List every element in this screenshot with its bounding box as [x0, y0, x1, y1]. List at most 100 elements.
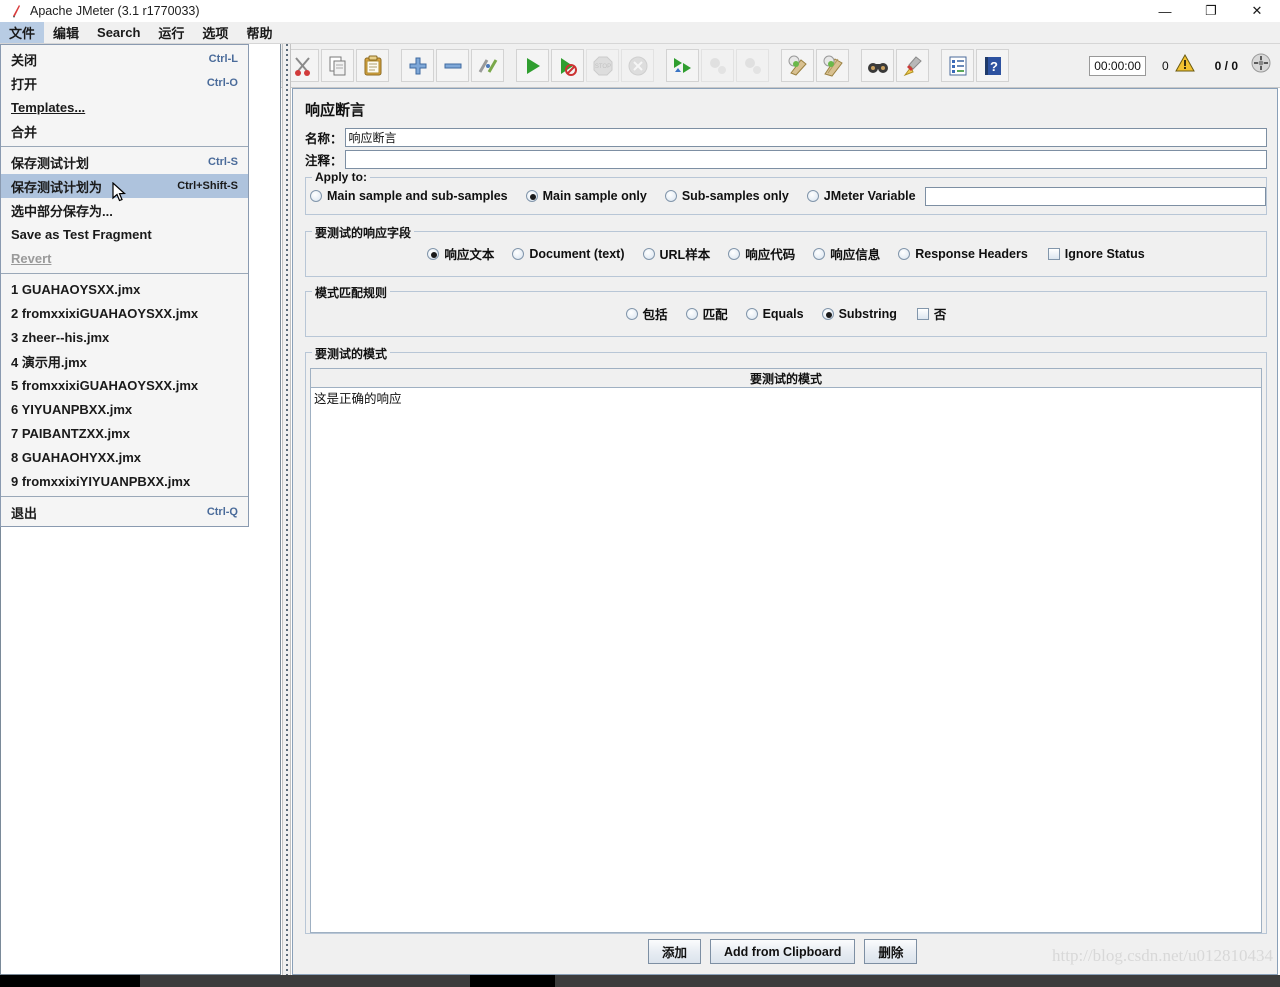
- table-row[interactable]: 这是正确的响应: [311, 388, 1261, 407]
- svg-text:STOP: STOP: [594, 64, 610, 70]
- add-from-clipboard-button[interactable]: Add from Clipboard: [710, 939, 856, 964]
- radio-main-and-sub-samples[interactable]: Main sample and sub-samples: [310, 189, 508, 203]
- function-helper-icon[interactable]: [941, 49, 974, 82]
- start-play-icon[interactable]: [516, 49, 549, 82]
- start-no-timers-icon[interactable]: [551, 49, 584, 82]
- radio-document-text[interactable]: Document (text): [512, 247, 625, 261]
- menu-item-accelerator: Ctrl-O: [206, 77, 238, 89]
- radio-label: 匹配: [702, 308, 728, 322]
- recent-file-6[interactable]: 6 YIYUANPBXX.jmx: [1, 397, 248, 421]
- copy-icon[interactable]: [321, 49, 354, 82]
- menu-file[interactable]: 文件: [0, 22, 45, 43]
- patterns-table-body[interactable]: 这是正确的响应: [310, 388, 1262, 933]
- delete-button[interactable]: 删除: [864, 939, 918, 964]
- window-title: Apache JMeter (3.1 r1770033): [30, 4, 200, 18]
- menu-help[interactable]: 帮助: [237, 22, 281, 43]
- radio-dot-icon: [685, 307, 698, 320]
- clear-all-icon[interactable]: [816, 49, 849, 82]
- menu-item-label: Revert: [11, 250, 52, 266]
- menu-options[interactable]: 选项: [193, 22, 237, 43]
- title-bar: Apache JMeter (3.1 r1770033) — ❐ ✕: [0, 0, 1280, 22]
- recent-file-9[interactable]: 9 fromxxixiYIYUANPBXX.jmx: [1, 469, 248, 493]
- recent-file-3[interactable]: 3 zheer--his.jmx: [1, 325, 248, 349]
- add-button[interactable]: 添加: [648, 939, 702, 964]
- radio-matches[interactable]: 匹配: [685, 304, 728, 323]
- split-pane-divider[interactable]: [282, 44, 291, 975]
- response-assertion-panel: 响应断言 名称： 注释： Apply to: Main sample and s…: [292, 88, 1278, 975]
- menu-item-label: 2 fromxxixiGUAHAOYSXX.jmx: [11, 305, 199, 321]
- clear-icon[interactable]: [781, 49, 814, 82]
- recent-file-1[interactable]: 1 GUAHAOYSXX.jmx: [1, 277, 248, 301]
- recent-file-4[interactable]: 4 演示用.jmx: [1, 349, 248, 373]
- checkbox-box-icon: [1047, 247, 1060, 260]
- comment-input[interactable]: [344, 150, 1267, 169]
- checkbox-not[interactable]: 否: [916, 304, 946, 323]
- search-binoculars-icon[interactable]: [861, 49, 894, 82]
- radio-label: 响应代码: [745, 248, 796, 262]
- radio-jmeter-variable[interactable]: JMeter Variable: [806, 189, 916, 203]
- radio-response-code[interactable]: 响应代码: [728, 244, 795, 263]
- radio-label: Equals: [762, 306, 804, 321]
- menu-item-save-as-test-fragment[interactable]: Save as Test Fragment: [1, 222, 248, 246]
- radio-response-text[interactable]: 响应文本: [427, 244, 494, 263]
- shutdown-icon[interactable]: [621, 49, 654, 82]
- menu-item-templates[interactable]: Templates...: [1, 95, 248, 119]
- checkbox-label: Ignore Status: [1064, 246, 1145, 261]
- radio-response-message[interactable]: 响应信息: [813, 244, 880, 263]
- recent-file-2[interactable]: 2 fromxxixiGUAHAOYSXX.jmx: [1, 301, 248, 325]
- reset-search-broom-icon[interactable]: [896, 49, 929, 82]
- taskbar-segment: [140, 975, 470, 987]
- radio-response-headers[interactable]: Response Headers: [898, 247, 1028, 261]
- active-threads-count: 0 / 0: [1214, 58, 1238, 73]
- page-title: 响应断言: [305, 102, 366, 119]
- menu-run[interactable]: 运行: [149, 22, 193, 43]
- toggle-enable-icon[interactable]: [471, 49, 504, 82]
- radio-url-sample[interactable]: URL样本: [642, 244, 710, 263]
- patterns-column-header: 要测试的模式: [749, 371, 822, 386]
- menu-item-open[interactable]: 打开 Ctrl-O: [1, 71, 248, 95]
- expand-plus-icon[interactable]: [401, 49, 434, 82]
- radio-label: 响应信息: [830, 248, 881, 262]
- menu-item-label: 合并: [11, 124, 38, 140]
- menu-item-merge[interactable]: 合并: [1, 119, 248, 143]
- stop-icon[interactable]: STOP: [586, 49, 619, 82]
- minimize-button[interactable]: —: [1142, 0, 1188, 22]
- watermark-text: http://blog.csdn.net/u012810434: [1052, 946, 1273, 965]
- radio-label: Sub-samples only: [681, 189, 789, 203]
- radio-contains[interactable]: 包括: [625, 304, 668, 323]
- clear-gray-icon[interactable]: [1250, 52, 1272, 79]
- menu-edit[interactable]: 编辑: [44, 22, 88, 43]
- menu-search[interactable]: Search: [88, 22, 149, 43]
- radio-main-sample-only[interactable]: Main sample only: [525, 189, 647, 203]
- patterns-table-header: 要测试的模式: [310, 368, 1262, 388]
- close-button[interactable]: ✕: [1234, 0, 1280, 22]
- menu-item-save-test-plan[interactable]: 保存测试计划 Ctrl-S: [1, 150, 248, 174]
- paste-clipboard-icon[interactable]: [356, 49, 389, 82]
- restore-button[interactable]: ❐: [1188, 0, 1234, 22]
- checkbox-ignore-status[interactable]: Ignore Status: [1047, 246, 1145, 261]
- remote-start-all-icon[interactable]: [666, 49, 699, 82]
- menu-item-close[interactable]: 关闭 Ctrl-L: [1, 47, 248, 71]
- menu-item-label: Templates...: [11, 99, 86, 115]
- taskbar-strip: [0, 975, 1280, 987]
- recent-file-8[interactable]: 8 GUAHAOHYXX.jmx: [1, 445, 248, 469]
- jmeter-variable-input[interactable]: [924, 186, 1266, 206]
- collapse-minus-icon[interactable]: [436, 49, 469, 82]
- radio-substring[interactable]: Substring: [821, 307, 897, 321]
- radio-label: Main sample and sub-samples: [327, 189, 508, 203]
- remote-shutdown-all-icon[interactable]: [736, 49, 769, 82]
- menu-separator: [1, 273, 248, 274]
- pattern-cell-value: 这是正确的响应: [314, 392, 402, 406]
- recent-file-7[interactable]: 7 PAIBANTZXX.jmx: [1, 421, 248, 445]
- radio-equals[interactable]: Equals: [745, 306, 804, 321]
- remote-stop-all-icon[interactable]: [701, 49, 734, 82]
- radio-sub-samples-only[interactable]: Sub-samples only: [664, 189, 789, 203]
- menu-item-label: 关闭: [11, 52, 38, 68]
- menu-item-exit[interactable]: 退出 Ctrl-Q: [1, 500, 248, 524]
- warning-triangle-icon[interactable]: [1174, 53, 1195, 77]
- help-book-icon[interactable]: ?: [976, 49, 1009, 82]
- name-input[interactable]: [344, 128, 1267, 147]
- recent-file-5[interactable]: 5 fromxxixiGUAHAOYSXX.jmx: [1, 373, 248, 397]
- menu-item-accelerator: Ctrl+Shift-S: [177, 180, 238, 192]
- name-label: 名称：: [305, 132, 343, 146]
